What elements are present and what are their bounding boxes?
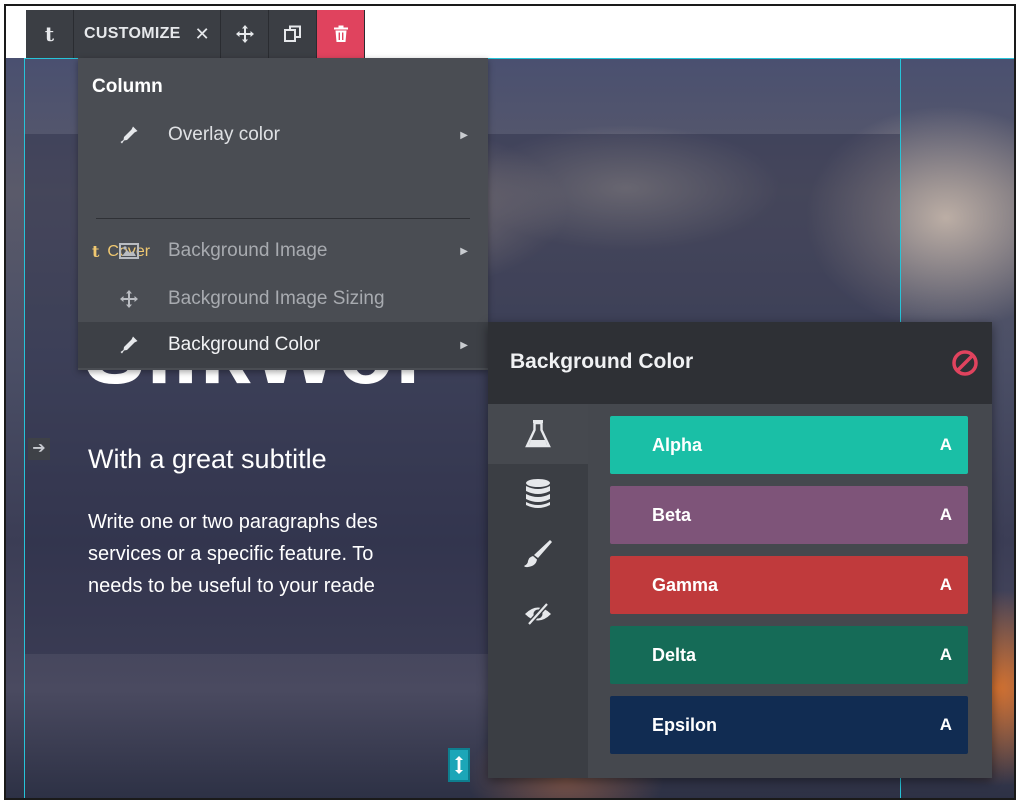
hero-body-line: Write one or two paragraphs des [88, 511, 378, 533]
menu-divider [96, 218, 470, 219]
caret-right-icon: ▶ [460, 339, 468, 351]
no-color-icon [952, 350, 978, 376]
hero-body-text[interactable]: Write one or two paragraphs des services… [88, 506, 488, 602]
tab-database[interactable] [488, 464, 588, 524]
swatch-letter: A [939, 435, 952, 454]
panel-tab-bar [488, 404, 588, 778]
swatch-alpha[interactable]: Alpha A [610, 416, 968, 474]
menu-item-background-color[interactable]: Background Color ▶ [78, 322, 488, 368]
image-icon [114, 243, 144, 259]
move-button[interactable] [221, 10, 270, 58]
panel-title: Background Color [510, 350, 694, 373]
customize-menu: Column Overlay color ▶ t Cover Backgroun… [78, 58, 488, 370]
swatch-gamma[interactable]: Gamma A [610, 556, 968, 614]
editor-canvas: SilkWor With a great subtitle Write one … [4, 4, 1016, 800]
menu-item-background-image-sizing[interactable]: Background Image Sizing [78, 276, 488, 322]
resize-handle[interactable] [448, 748, 470, 782]
eyedropper-icon [114, 125, 144, 145]
caret-right-icon: ▶ [460, 129, 468, 141]
menu-heading-column: Column [92, 76, 163, 97]
swatch-name: Gamma [652, 574, 719, 595]
swatch-name: Beta [652, 504, 692, 525]
panel-header: Background Color [488, 322, 992, 404]
delete-button[interactable] [317, 10, 366, 58]
hero-subtitle[interactable]: With a great subtitle [88, 444, 327, 475]
brush-icon [524, 540, 552, 568]
arrow-right-icon[interactable]: ➔ [28, 438, 50, 460]
close-icon[interactable]: ✕ [195, 24, 210, 45]
customize-button[interactable]: CUSTOMIZE ✕ [74, 10, 222, 58]
menu-item-background-image[interactable]: Background Image ▶ [78, 228, 488, 274]
swatch-letter: A [939, 505, 952, 524]
customize-label: CUSTOMIZE [84, 25, 181, 42]
caret-right-icon: ▶ [460, 245, 468, 257]
cover-t-button[interactable]: t [26, 10, 74, 58]
swatch-letter: A [939, 645, 952, 664]
move-icon [114, 289, 144, 309]
swatch-beta[interactable]: Beta A [610, 486, 968, 544]
hero-body-line: services or a specific feature. To [88, 543, 374, 565]
database-icon [526, 479, 550, 508]
menu-item-label: Overlay color [168, 124, 280, 145]
background-color-panel: Background Color Alpha A Beta A Gamma A … [488, 322, 992, 778]
swatch-delta[interactable]: Delta A [610, 626, 968, 684]
vertical-resize-icon [455, 756, 463, 774]
selection-guide-left [24, 58, 25, 798]
duplicate-button[interactable] [269, 10, 318, 58]
swatch-name: Epsilon [652, 714, 718, 735]
cover-t-icon: t [44, 22, 55, 46]
tab-brush[interactable] [488, 524, 588, 584]
tab-visibility[interactable] [488, 584, 588, 644]
hero-body-line: needs to be useful to your reade [88, 575, 375, 597]
swatch-name: Alpha [652, 434, 703, 455]
tab-theme-colors[interactable] [488, 404, 588, 464]
menu-item-overlay-color[interactable]: Overlay color ▶ [78, 112, 488, 158]
element-toolbar: t CUSTOMIZE ✕ [26, 10, 366, 58]
swatch-epsilon[interactable]: Epsilon A [610, 696, 968, 754]
duplicate-icon [283, 25, 301, 42]
clear-color-button[interactable] [951, 349, 979, 382]
menu-item-label: Background Color [168, 334, 321, 355]
flask-icon [525, 420, 551, 448]
menu-item-label: Background Image [168, 240, 328, 261]
swatch-list: Alpha A Beta A Gamma A Delta A Epsilon A [588, 404, 992, 778]
eye-slash-icon [525, 602, 551, 626]
move-icon [235, 25, 254, 43]
swatch-letter: A [939, 715, 952, 734]
swatch-name: Delta [652, 644, 697, 665]
trash-icon [333, 25, 348, 42]
menu-item-label: Background Image Sizing [168, 288, 385, 309]
swatch-letter: A [939, 575, 952, 594]
eyedropper-icon [114, 335, 144, 355]
